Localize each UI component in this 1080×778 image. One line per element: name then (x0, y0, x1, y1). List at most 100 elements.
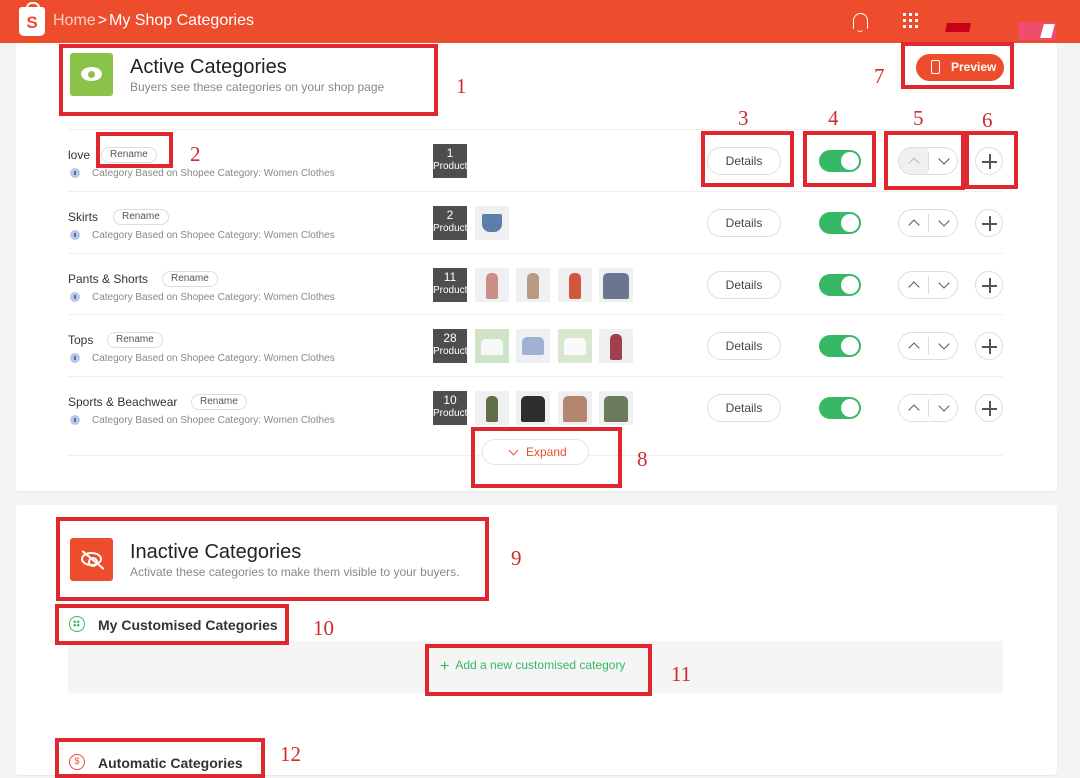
details-button[interactable]: Details (707, 209, 781, 237)
drag-handle-icon[interactable] (975, 332, 1003, 360)
product-image[interactable] (558, 329, 592, 363)
add-customised-category-label: Add a new customised category (455, 658, 626, 672)
info-badge-icon (70, 292, 80, 302)
sort-control (898, 147, 958, 175)
product-image[interactable] (599, 329, 633, 363)
product-image[interactable] (475, 268, 509, 302)
row-divider (68, 376, 1003, 377)
rename-button[interactable]: Rename (191, 394, 247, 410)
category-active-toggle[interactable] (819, 274, 861, 296)
drag-handle-icon[interactable] (975, 394, 1003, 422)
shopee-bag-logo-icon[interactable]: S (19, 2, 45, 36)
move-down-button[interactable] (929, 395, 958, 421)
annotation-number: 8 (637, 447, 648, 471)
customised-categories-title: My Customised Categories (98, 617, 278, 633)
sort-control (898, 332, 958, 360)
add-customised-category-link[interactable]: + Add a new customised category (440, 658, 625, 676)
details-button[interactable]: Details (707, 147, 781, 175)
move-down-button[interactable] (929, 333, 958, 359)
annotation-number: 4 (828, 106, 839, 130)
redacted-avatar[interactable] (1018, 22, 1056, 40)
preview-button[interactable]: Preview (916, 54, 1004, 81)
product-image[interactable] (516, 391, 550, 425)
breadcrumb: Home > My Shop Categories (53, 12, 254, 30)
product-count-label: Products (433, 285, 467, 296)
category-based-on: Category Based on Shopee Category: Women… (92, 415, 335, 426)
info-badge-icon (70, 353, 80, 363)
product-image[interactable] (516, 329, 550, 363)
sort-control (898, 209, 958, 237)
eye-off-icon (70, 538, 113, 581)
row-divider (68, 253, 1003, 254)
rename-button[interactable]: Rename (101, 147, 157, 163)
annotation-number: 6 (982, 108, 993, 132)
product-count: 11 (443, 270, 457, 284)
annotation-number: 10 (313, 616, 334, 640)
drag-handle-icon[interactable] (975, 209, 1003, 237)
move-down-button[interactable] (929, 210, 958, 236)
preview-label: Preview (951, 60, 997, 74)
product-count: 1 (446, 146, 454, 160)
sort-control (898, 271, 958, 299)
rename-button[interactable]: Rename (107, 332, 163, 348)
annotation-number: 7 (874, 64, 885, 88)
product-count: 10 (443, 393, 457, 407)
category-active-toggle[interactable] (819, 150, 861, 172)
annotation-number: 2 (190, 142, 201, 166)
apps-grid-icon[interactable] (903, 13, 918, 28)
move-down-button[interactable] (929, 148, 958, 174)
info-badge-icon (70, 168, 80, 178)
move-up-button[interactable] (899, 333, 928, 359)
row-divider (68, 314, 1003, 315)
drag-handle-icon[interactable] (975, 147, 1003, 175)
details-button[interactable]: Details (707, 394, 781, 422)
details-button[interactable]: Details (707, 271, 781, 299)
bell-icon[interactable] (853, 13, 868, 32)
category-name: Skirts (68, 210, 98, 224)
move-up-button[interactable] (899, 210, 928, 236)
product-image[interactable] (475, 206, 509, 240)
product-image[interactable] (475, 391, 509, 425)
active-categories-title: Active Categories (130, 56, 287, 78)
move-up-button[interactable] (899, 148, 928, 174)
product-image[interactable] (558, 268, 592, 302)
category-based-on: Category Based on Shopee Category: Women… (92, 168, 335, 179)
rename-button[interactable]: Rename (162, 271, 218, 287)
rename-button[interactable]: Rename (113, 209, 169, 225)
annotation-number: 12 (280, 742, 301, 766)
row-divider (68, 191, 1003, 192)
product-count-thumbnail[interactable]: 2Products (433, 206, 467, 240)
product-count-thumbnail[interactable]: 11Products (433, 268, 467, 302)
product-image[interactable] (475, 329, 509, 363)
phone-icon (931, 60, 940, 74)
category-active-toggle[interactable] (819, 335, 861, 357)
plus-icon: + (440, 658, 450, 675)
product-count-label: Products (433, 161, 467, 172)
product-count-thumbnail[interactable]: 28Products (433, 329, 467, 363)
category-based-on: Category Based on Shopee Category: Women… (92, 353, 335, 364)
breadcrumb-home-link[interactable]: Home (53, 12, 96, 29)
product-image[interactable] (516, 268, 550, 302)
grid-dots-icon (69, 616, 85, 632)
row-divider (68, 129, 1003, 130)
move-up-button[interactable] (899, 272, 928, 298)
product-count-label: Products (433, 408, 467, 419)
active-categories-subtitle: Buyers see these categories on your shop… (130, 80, 385, 94)
product-count-thumbnail[interactable]: 10Products (433, 391, 467, 425)
expand-button[interactable]: Expand (482, 439, 589, 465)
info-badge-icon (70, 415, 80, 425)
inactive-categories-subtitle: Activate these categories to make them v… (130, 565, 460, 579)
move-up-button[interactable] (899, 395, 928, 421)
product-image[interactable] (599, 268, 633, 302)
product-image[interactable] (599, 391, 633, 425)
info-badge-icon (70, 230, 80, 240)
category-active-toggle[interactable] (819, 212, 861, 234)
product-image[interactable] (558, 391, 592, 425)
product-count-thumbnail[interactable]: 1Products (433, 144, 467, 178)
top-bar: S Home > My Shop Categories (0, 0, 1080, 43)
drag-handle-icon[interactable] (975, 271, 1003, 299)
category-active-toggle[interactable] (819, 397, 861, 419)
breadcrumb-current: My Shop Categories (109, 12, 254, 29)
move-down-button[interactable] (929, 272, 958, 298)
details-button[interactable]: Details (707, 332, 781, 360)
